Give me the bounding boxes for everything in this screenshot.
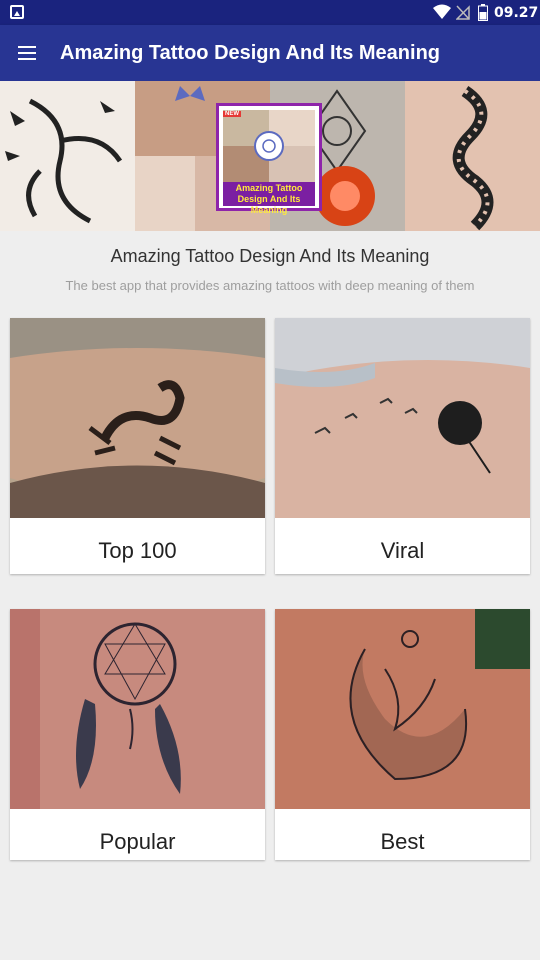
- category-label: Popular: [99, 829, 176, 854]
- logo-collage-image: [223, 110, 315, 182]
- category-card-top-100[interactable]: Top 100: [10, 318, 265, 574]
- app-title: Amazing Tattoo Design And Its Meaning: [60, 42, 440, 64]
- page-subtitle: The best app that provides amazing tatto…: [65, 278, 475, 293]
- moon-fairy-tattoo-image: [275, 609, 530, 809]
- category-label: Viral: [380, 538, 425, 563]
- no-sim-icon: [456, 5, 470, 20]
- image-notification-icon: [10, 5, 24, 19]
- battery-icon: [478, 4, 488, 21]
- dragon-tattoo-image: [0, 81, 135, 231]
- wifi-icon: [433, 4, 451, 19]
- status-bar: 09.27: [0, 0, 540, 25]
- dreamcatcher-tattoo-image: [10, 609, 265, 809]
- app-bar: Amazing Tattoo Design And Its Meaning: [0, 25, 540, 81]
- dandelion-tattoo-image: [275, 318, 530, 518]
- category-card-best[interactable]: Best: [275, 609, 530, 860]
- page-title: Amazing Tattoo Design And Its Meaning: [110, 246, 430, 266]
- banner-image: NEW Amazing Tattoo Design And Its Meanin…: [0, 81, 540, 231]
- app-logo: NEW Amazing Tattoo Design And Its Meanin…: [216, 103, 322, 215]
- category-card-viral[interactable]: Viral: [275, 318, 530, 574]
- category-label: Best: [380, 829, 425, 854]
- clock: 09.27: [494, 5, 539, 21]
- logo-caption: Amazing Tattoo Design And Its Meaning: [223, 182, 315, 215]
- hamburger-menu-icon[interactable]: [14, 41, 40, 65]
- category-label: Top 100: [98, 538, 177, 563]
- scorpion-tattoo-image: [10, 318, 265, 518]
- new-badge: NEW: [223, 111, 241, 117]
- category-card-popular[interactable]: Popular: [10, 609, 265, 860]
- snake-tattoo-image: [405, 81, 540, 231]
